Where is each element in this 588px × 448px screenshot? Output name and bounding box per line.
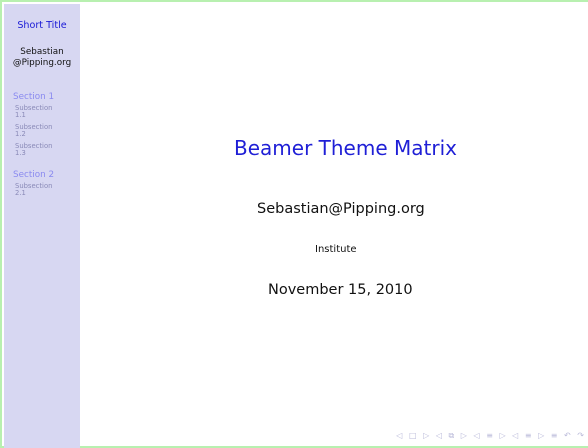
nav-icon-12[interactable]: ▷ — [538, 430, 544, 442]
sidebar-subsection-1-2[interactable]: Subsection 1.2 — [15, 123, 75, 139]
nav-icon-15[interactable]: ↷ — [577, 430, 584, 442]
sidebar-author-line-2: @Pipping.org — [12, 57, 72, 68]
sidebar-subsection-2-1[interactable]: Subsection 2.1 — [15, 182, 75, 198]
sidebar: Short Title Sebastian @Pipping.org Secti… — [4, 4, 80, 448]
beamer-navigation-bar: ◁ □ ▷ ◁ ⧉ ▷ ◁ ≡ ▷ ◁ ≡ ▷ ≡ ↶ ↷ — [396, 430, 588, 442]
sidebar-section-2[interactable]: Section 2 — [13, 170, 54, 180]
nav-icon-14[interactable]: ↶ — [564, 430, 571, 442]
presentation-institute: Institute — [315, 244, 357, 255]
nav-icon-1[interactable]: ◁ — [396, 430, 402, 442]
sidebar-section-1[interactable]: Section 1 — [13, 92, 54, 102]
presentation-author: Sebastian@Pipping.org — [257, 201, 425, 217]
sidebar-author: Sebastian @Pipping.org — [4, 47, 80, 69]
subsection-number: 1.2 — [15, 130, 26, 139]
subsection-number: 1.3 — [15, 149, 26, 158]
short-title[interactable]: Short Title — [4, 20, 80, 32]
sidebar-author-line-1: Sebastian — [20, 47, 64, 57]
sidebar-subsection-1-1[interactable]: Subsection 1.1 — [15, 104, 75, 120]
subsection-number: 2.1 — [15, 189, 26, 198]
nav-icon-10[interactable]: ◁ — [512, 430, 518, 442]
nav-icon-5[interactable]: ⧉ — [449, 430, 455, 442]
presentation-title: Beamer Theme Matrix — [234, 136, 457, 160]
subsection-number: 1.1 — [15, 111, 26, 120]
nav-icon-3[interactable]: ▷ — [423, 430, 429, 442]
nav-icon-2[interactable]: □ — [409, 430, 417, 442]
sidebar-subsection-1-3[interactable]: Subsection 1.3 — [15, 142, 75, 158]
nav-icon-11[interactable]: ≡ — [525, 430, 532, 442]
nav-icon-9[interactable]: ▷ — [499, 430, 505, 442]
nav-icon-13[interactable]: ≡ — [551, 430, 558, 442]
nav-icon-8[interactable]: ≡ — [486, 430, 493, 442]
nav-icon-6[interactable]: ▷ — [461, 430, 467, 442]
nav-icon-4[interactable]: ◁ — [436, 430, 442, 442]
nav-icon-7[interactable]: ◁ — [473, 430, 479, 442]
presentation-date: November 15, 2010 — [268, 282, 413, 298]
slide-frame: Short Title Sebastian @Pipping.org Secti… — [0, 0, 588, 448]
